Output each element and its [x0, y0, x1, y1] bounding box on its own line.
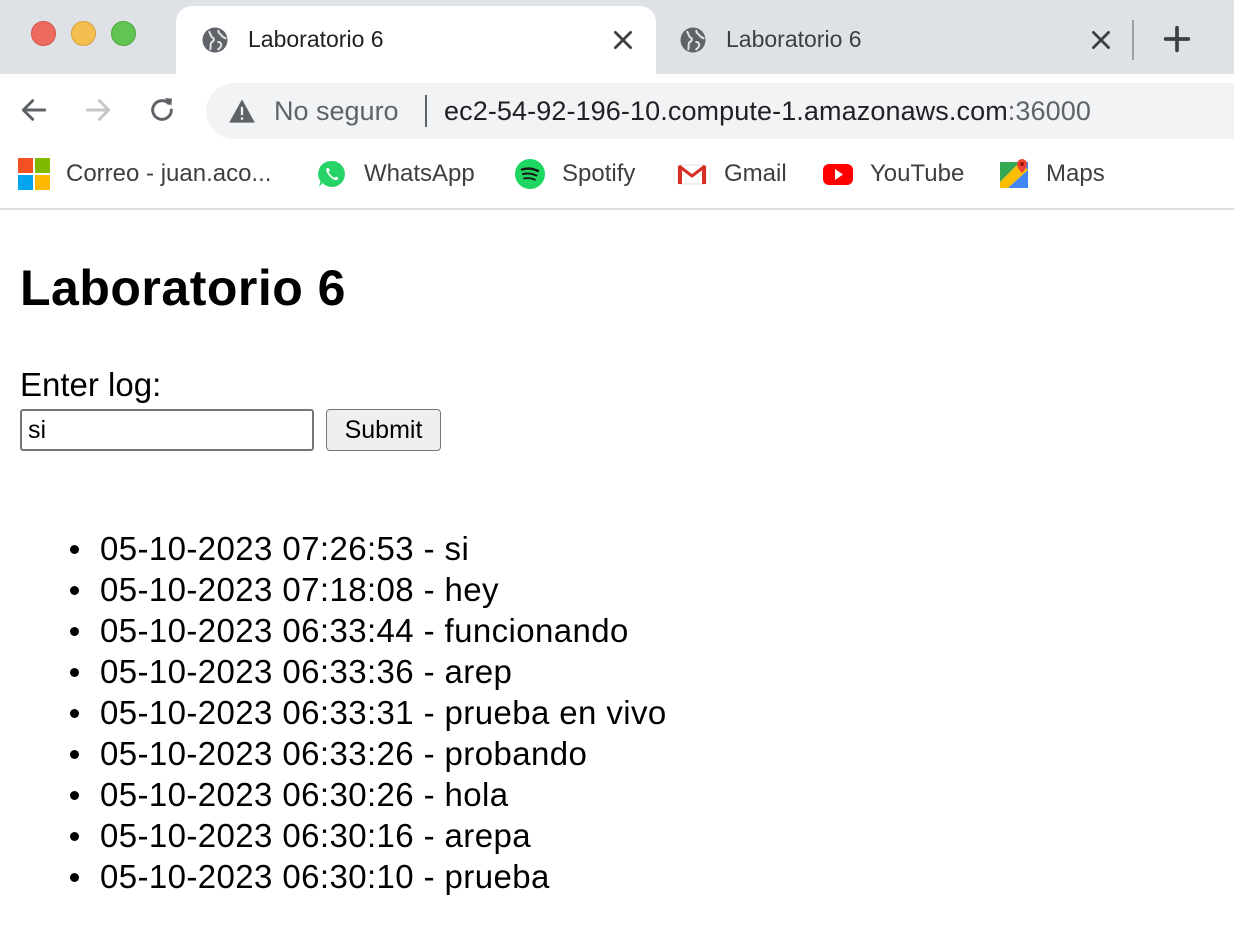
tab-strip: Laboratorio 6 Laboratorio 6	[0, 0, 1234, 74]
bullet	[70, 668, 79, 677]
bookmark-label: WhatsApp	[364, 160, 475, 187]
bullet	[70, 709, 79, 718]
log-entry-text: 05-10-2023 06:33:36 - arep	[100, 653, 513, 690]
log-list: 05-10-2023 07:26:53 - si 05-10-2023 07:1…	[70, 528, 667, 897]
bookmark-label: Correo - juan.aco...	[66, 160, 272, 187]
bullet	[70, 873, 79, 882]
bookmark-label: YouTube	[870, 160, 965, 187]
forward-arrow-icon[interactable]	[82, 94, 114, 126]
log-entry: 05-10-2023 06:30:16 - arepa	[70, 815, 667, 856]
log-entry: 05-10-2023 06:33:44 - funcionando	[70, 610, 667, 651]
log-entry: 05-10-2023 06:30:10 - prueba	[70, 856, 667, 897]
close-window-button[interactable]	[31, 21, 56, 46]
submit-button[interactable]: Submit	[326, 409, 441, 451]
log-entry-text: 05-10-2023 06:33:44 - funcionando	[100, 612, 629, 649]
maps-icon	[1000, 159, 1028, 188]
log-input-label: Enter log:	[20, 366, 162, 403]
bookmark-youtube[interactable]: YouTube	[822, 158, 964, 190]
tab-title: Laboratorio 6	[248, 26, 384, 52]
microsoft-icon	[18, 158, 50, 190]
bookmark-correo[interactable]: Correo - juan.aco...	[18, 158, 271, 190]
reload-icon[interactable]	[146, 94, 178, 126]
globe-icon	[680, 27, 706, 53]
log-entry: 05-10-2023 06:33:36 - arep	[70, 651, 667, 692]
bullet	[70, 627, 79, 636]
log-entry-text: 05-10-2023 07:18:08 - hey	[100, 571, 499, 608]
spotify-icon	[515, 159, 545, 189]
minimize-window-button[interactable]	[71, 21, 96, 46]
bullet	[70, 832, 79, 841]
bookmark-label: Spotify	[562, 160, 636, 187]
bookmarks-bar: Correo - juan.aco... WhatsApp Spotify Gm…	[0, 146, 1234, 210]
maximize-window-button[interactable]	[111, 21, 136, 46]
log-entry: 05-10-2023 06:33:26 - probando	[70, 733, 667, 774]
log-entry-text: 05-10-2023 07:26:53 - si	[100, 530, 470, 567]
page-title: Laboratorio 6	[20, 260, 346, 316]
url-text[interactable]: ec2-54-92-196-10.compute-1.amazonaws.com…	[444, 96, 1091, 127]
tab-separator	[1132, 20, 1134, 60]
tab-title: Laboratorio 6	[726, 26, 862, 52]
address-bar[interactable]: No seguro ec2-54-92-196-10.compute-1.ama…	[206, 83, 1234, 139]
bullet	[70, 791, 79, 800]
new-tab-plus-icon[interactable]	[1160, 22, 1194, 56]
tab-inactive[interactable]: Laboratorio 6	[656, 6, 1130, 74]
back-arrow-icon[interactable]	[18, 94, 50, 126]
bullet	[70, 545, 79, 554]
security-status-label[interactable]: No seguro	[274, 96, 399, 127]
bookmark-gmail[interactable]: Gmail	[676, 158, 787, 190]
close-icon[interactable]	[610, 27, 636, 53]
log-entry-text: 05-10-2023 06:30:26 - hola	[100, 776, 509, 813]
bullet	[70, 750, 79, 759]
bookmark-whatsapp[interactable]: WhatsApp	[316, 158, 475, 190]
tab-active[interactable]: Laboratorio 6	[176, 6, 656, 74]
page-content: Laboratorio 6 Enter log: Submit 05-10-20…	[0, 212, 1234, 926]
log-entry: 05-10-2023 06:30:26 - hola	[70, 774, 667, 815]
address-separator	[425, 95, 427, 127]
close-icon[interactable]	[1088, 27, 1114, 53]
url-port: :36000	[1007, 96, 1091, 126]
log-entry-text: 05-10-2023 06:33:31 - prueba en vivo	[100, 694, 667, 731]
globe-icon	[202, 27, 228, 53]
bullet	[70, 586, 79, 595]
youtube-icon	[823, 164, 853, 185]
bookmark-label: Maps	[1046, 160, 1105, 187]
log-entry-text: 05-10-2023 06:30:10 - prueba	[100, 858, 550, 895]
log-entry: 05-10-2023 07:26:53 - si	[70, 528, 667, 569]
whatsapp-icon	[318, 160, 345, 187]
gmail-icon	[677, 164, 707, 185]
bookmark-spotify[interactable]: Spotify	[514, 158, 635, 190]
warning-triangle-icon[interactable]	[228, 98, 256, 124]
browser-toolbar: No seguro ec2-54-92-196-10.compute-1.ama…	[0, 74, 1234, 146]
log-entry: 05-10-2023 07:18:08 - hey	[70, 569, 667, 610]
log-entry-text: 05-10-2023 06:30:16 - arepa	[100, 817, 531, 854]
bookmark-maps[interactable]: Maps	[998, 158, 1105, 190]
url-host: ec2-54-92-196-10.compute-1.amazonaws.com	[444, 96, 1008, 126]
bookmark-label: Gmail	[724, 160, 787, 187]
log-entry-text: 05-10-2023 06:33:26 - probando	[100, 735, 588, 772]
log-input[interactable]	[20, 409, 314, 451]
log-entry: 05-10-2023 06:33:31 - prueba en vivo	[70, 692, 667, 733]
